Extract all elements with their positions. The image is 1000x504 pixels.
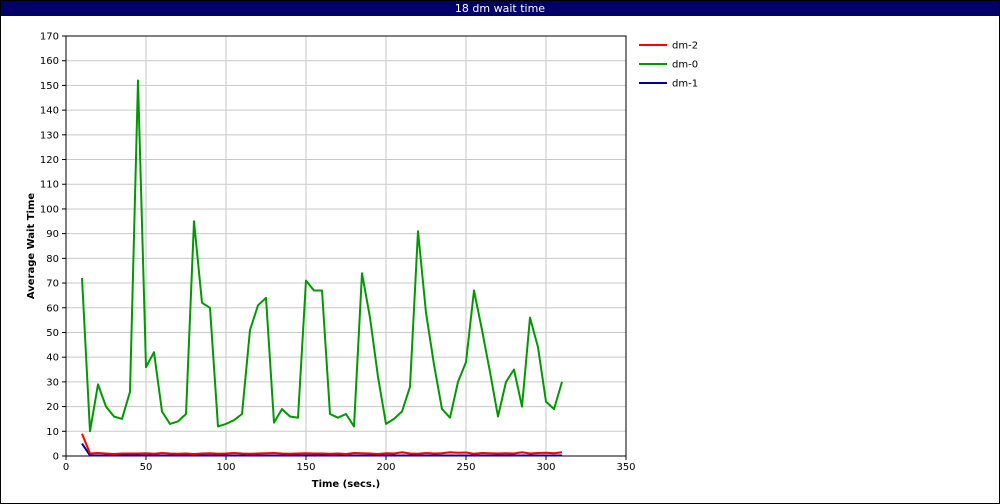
x-tick-label: 300 [536, 462, 555, 473]
y-tick-label: 170 [40, 32, 59, 43]
grid-lines [65, 35, 627, 457]
x-tick-label: 50 [140, 462, 153, 473]
y-tick-label: 50 [46, 328, 59, 339]
y-tick-label: 100 [40, 204, 59, 215]
y-tick-label: 0 [53, 452, 59, 463]
chart: 0 50 100 150 200 250 300 350 0 10 20 30 40 50 60 70 80 90… [26, 32, 698, 491]
plot-area [66, 36, 626, 456]
y-tick-label: 90 [46, 229, 59, 240]
y-tick-label: 60 [46, 303, 59, 314]
y-tick-label: 110 [40, 180, 59, 191]
y-tick-label: 150 [40, 81, 59, 92]
y-tick-label: 30 [46, 377, 59, 388]
y-tick-label: 120 [40, 155, 59, 166]
y-tick-label: 140 [40, 106, 59, 117]
legend-label-dm-0: dm-0 [672, 60, 698, 71]
x-tick-label: 150 [296, 462, 315, 473]
y-tick-label: 80 [46, 254, 59, 265]
y-tick-label: 70 [46, 279, 59, 290]
x-tick-label: 100 [216, 462, 235, 473]
y-tick-label: 40 [46, 353, 59, 364]
legend-label-dm-1: dm-1 [672, 79, 698, 90]
x-tick-label: 0 [63, 462, 69, 473]
x-axis-label: Time (secs.) [312, 479, 381, 490]
y-tick-label: 20 [46, 402, 59, 413]
x-tick-label: 250 [456, 462, 475, 473]
y-tick-label: 10 [46, 427, 59, 438]
y-axis-label: Average Wait Time [26, 193, 37, 300]
y-tick-label: 130 [40, 130, 59, 141]
x-tick-label: 350 [616, 462, 635, 473]
x-tick-label: 200 [376, 462, 395, 473]
y-tick-label: 160 [40, 56, 59, 67]
legend: dm-2 dm-0 dm-1 [639, 41, 698, 90]
legend-label-dm-2: dm-2 [672, 41, 698, 52]
chart-window: 18 dm wait time 0 50 100 150 200 250 300 350 0 10… [0, 0, 1000, 504]
